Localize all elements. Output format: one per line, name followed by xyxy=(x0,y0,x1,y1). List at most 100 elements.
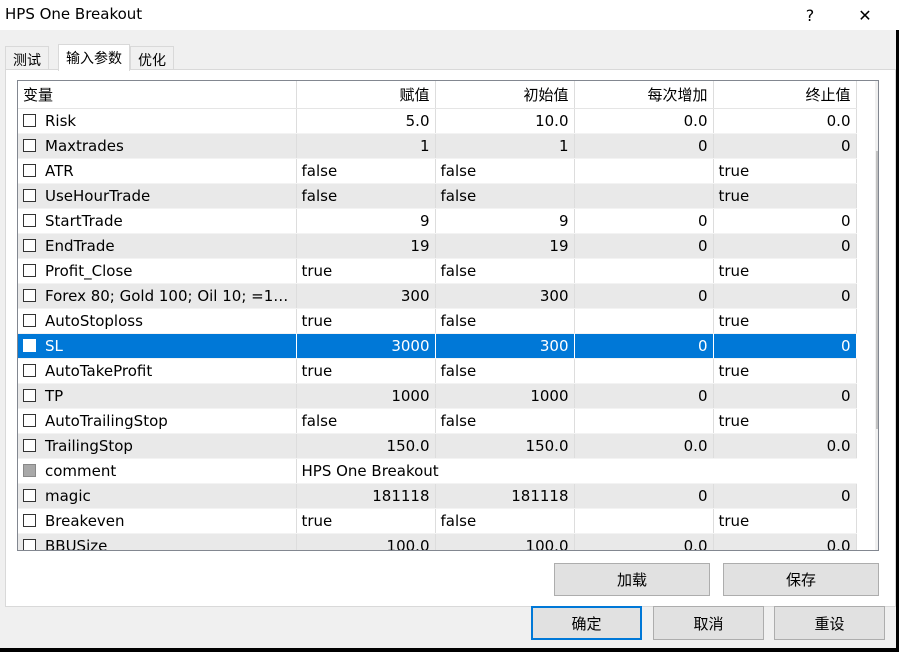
help-button[interactable]: ? xyxy=(788,0,832,30)
start-cell[interactable]: 300 xyxy=(435,283,575,309)
column-header-step[interactable]: 每次增加 xyxy=(574,81,714,109)
stop-cell[interactable]: 0 xyxy=(713,233,857,259)
start-cell[interactable]: false xyxy=(435,408,575,434)
table-row[interactable]: Risk 5.0 10.0 0.0 0.0 xyxy=(18,108,857,134)
variable-cell[interactable]: Profit_Close xyxy=(18,258,297,284)
value-cell[interactable]: 100.0 xyxy=(296,533,436,550)
cancel-button[interactable]: 取消 xyxy=(653,606,764,640)
variable-cell[interactable]: Maxtrades xyxy=(18,133,297,159)
stop-cell[interactable]: 0 xyxy=(713,283,857,309)
step-cell[interactable]: 0.0 xyxy=(574,533,714,550)
stop-cell[interactable]: 0 xyxy=(713,133,857,159)
variable-cell[interactable]: SL xyxy=(18,333,297,359)
value-cell[interactable]: 3000 xyxy=(296,333,436,359)
stop-cell[interactable]: true xyxy=(713,308,857,334)
start-cell[interactable]: false xyxy=(435,258,575,284)
start-cell[interactable]: false xyxy=(435,508,575,534)
table-row[interactable]: AutoTrailingStop false false true xyxy=(18,408,857,434)
stop-cell[interactable]: true xyxy=(713,358,857,384)
ok-button[interactable]: 确定 xyxy=(531,606,642,640)
stop-cell[interactable]: true xyxy=(713,158,857,184)
optimize-checkbox[interactable] xyxy=(23,463,36,477)
step-cell[interactable]: 0 xyxy=(574,383,714,409)
table-row[interactable]: Forex 80; Gold 100; Oil 10; =10; ... 300 3… xyxy=(18,283,857,309)
value-cell[interactable]: 1 xyxy=(296,133,436,159)
scroll-thumb[interactable] xyxy=(876,151,878,429)
variable-cell[interactable]: TrailingStop xyxy=(18,433,297,459)
optimize-checkbox[interactable] xyxy=(23,238,36,252)
start-cell[interactable]: 181118 xyxy=(435,483,575,509)
stop-cell[interactable]: true xyxy=(713,183,857,209)
variable-cell[interactable]: magic xyxy=(18,483,297,509)
value-cell[interactable]: true xyxy=(296,258,436,284)
value-cell[interactable]: true xyxy=(296,358,436,384)
variable-cell[interactable]: AutoTakeProfit xyxy=(18,358,297,384)
optimize-checkbox[interactable] xyxy=(23,363,36,377)
optimize-checkbox[interactable] xyxy=(23,188,36,202)
start-cell[interactable]: 300 xyxy=(435,333,575,359)
step-cell[interactable]: 0.0 xyxy=(574,108,714,134)
value-cell[interactable]: 9 xyxy=(296,208,436,234)
stop-cell[interactable]: 0 xyxy=(713,208,857,234)
stop-cell[interactable]: 0.0 xyxy=(713,433,857,459)
value-cell[interactable]: 1000 xyxy=(296,383,436,409)
value-cell[interactable]: false xyxy=(296,183,436,209)
tab-test[interactable]: 测试 xyxy=(5,46,49,70)
step-cell[interactable]: 0.0 xyxy=(574,433,714,459)
table-row[interactable]: Maxtrades 1 1 0 0 xyxy=(18,133,857,159)
optimize-checkbox[interactable] xyxy=(23,163,36,177)
variable-cell[interactable]: BBUSize xyxy=(18,533,297,550)
column-header-stop[interactable]: 终止值 xyxy=(713,81,857,109)
start-cell[interactable]: 150.0 xyxy=(435,433,575,459)
step-cell[interactable]: 0 xyxy=(574,283,714,309)
table-row[interactable]: AutoTakeProfit true false true xyxy=(18,358,857,384)
stop-cell[interactable]: 0 xyxy=(713,383,857,409)
start-cell[interactable]: false xyxy=(435,158,575,184)
value-cell[interactable]: 150.0 xyxy=(296,433,436,459)
start-cell[interactable]: false xyxy=(435,358,575,384)
step-cell[interactable] xyxy=(574,158,714,184)
table-row[interactable]: BBUSize 100.0 100.0 0.0 0.0 xyxy=(18,533,857,550)
optimize-checkbox[interactable] xyxy=(23,213,36,227)
value-cell[interactable]: 300 xyxy=(296,283,436,309)
step-cell[interactable] xyxy=(574,308,714,334)
table-row[interactable]: AutoStoploss true false true xyxy=(18,308,857,334)
start-cell[interactable]: 19 xyxy=(435,233,575,259)
start-cell[interactable]: 9 xyxy=(435,208,575,234)
table-row[interactable]: Breakeven true false true xyxy=(18,508,857,534)
step-cell[interactable]: 0 xyxy=(574,133,714,159)
variable-cell[interactable]: Risk xyxy=(18,108,297,134)
optimize-checkbox[interactable] xyxy=(23,263,36,277)
table-row[interactable]: ATR false false true xyxy=(18,158,857,184)
variable-cell[interactable]: StartTrade xyxy=(18,208,297,234)
tab-inputs[interactable]: 输入参数 xyxy=(58,44,130,71)
stop-cell[interactable]: true xyxy=(713,408,857,434)
save-button[interactable]: 保存 xyxy=(723,563,879,596)
table-row[interactable]: StartTrade 9 9 0 0 xyxy=(18,208,857,234)
close-button[interactable]: ✕ xyxy=(843,0,887,30)
value-cell[interactable]: true xyxy=(296,308,436,334)
reset-button[interactable]: 重设 xyxy=(774,606,885,640)
optimize-checkbox[interactable] xyxy=(23,488,36,502)
step-cell[interactable] xyxy=(574,183,714,209)
optimize-checkbox[interactable] xyxy=(23,388,36,402)
stop-cell[interactable]: true xyxy=(713,258,857,284)
variable-cell[interactable]: AutoTrailingStop xyxy=(18,408,297,434)
optimize-checkbox[interactable] xyxy=(23,138,36,152)
optimize-checkbox[interactable] xyxy=(23,438,36,452)
value-cell[interactable]: true xyxy=(296,508,436,534)
start-cell[interactable]: 10.0 xyxy=(435,108,575,134)
column-header-variable[interactable]: 变量 xyxy=(18,81,297,109)
variable-cell[interactable]: Forex 80; Gold 100; Oil 10; =10; ... xyxy=(18,283,297,309)
optimize-checkbox[interactable] xyxy=(23,338,36,352)
optimize-checkbox[interactable] xyxy=(23,288,36,302)
value-cell[interactable]: HPS One Breakout xyxy=(296,458,856,484)
variable-cell[interactable]: TP xyxy=(18,383,297,409)
start-cell[interactable]: 100.0 xyxy=(435,533,575,550)
vertical-scrollbar[interactable]: ︿ ﹀ xyxy=(875,81,878,550)
step-cell[interactable] xyxy=(574,258,714,284)
value-cell[interactable]: 19 xyxy=(296,233,436,259)
table-row[interactable]: SL 3000 300 0 0 xyxy=(18,333,857,359)
optimize-checkbox[interactable] xyxy=(23,513,36,527)
table-row[interactable]: magic 181118 181118 0 0 xyxy=(18,483,857,509)
